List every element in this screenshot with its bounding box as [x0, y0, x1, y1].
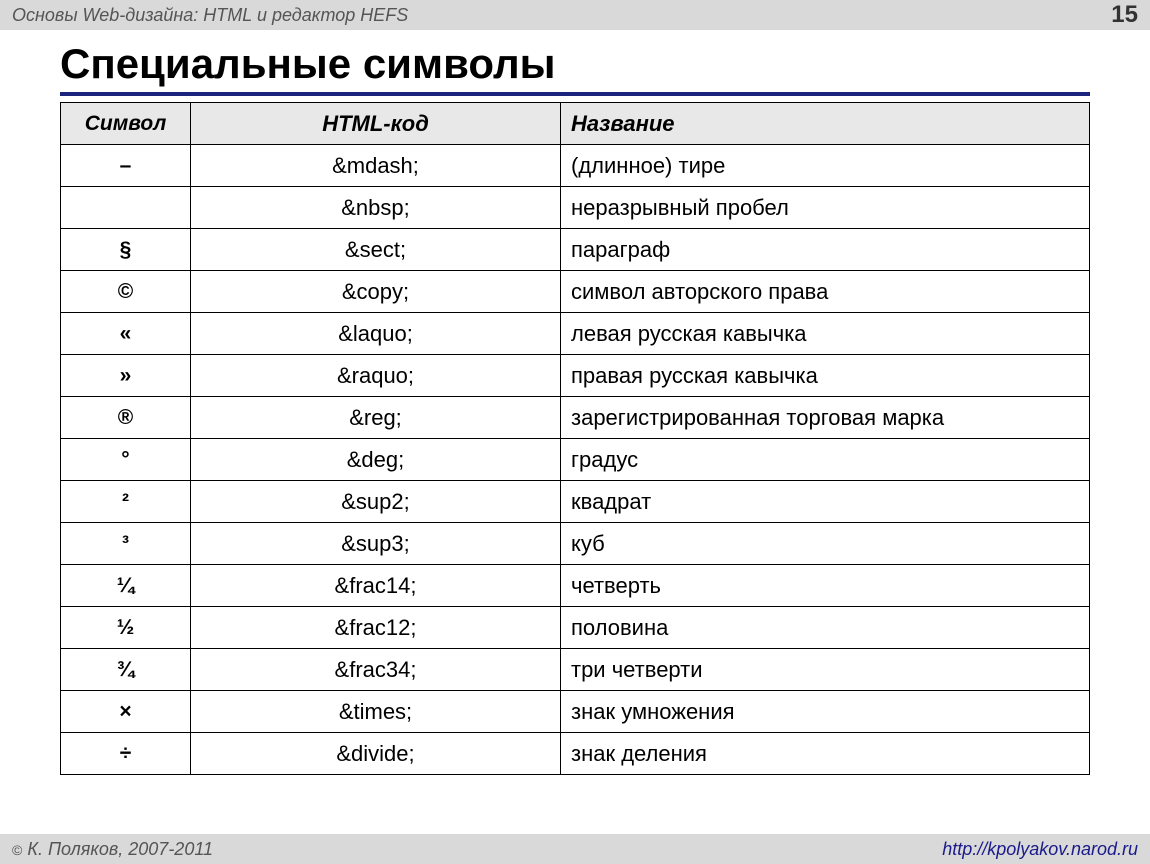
cell-code: &reg; [191, 397, 561, 439]
page-title: Специальные символы [60, 40, 1090, 88]
cell-symbol [61, 187, 191, 229]
cell-name: три четверти [561, 649, 1090, 691]
cell-code: &times; [191, 691, 561, 733]
cell-name: знак умножения [561, 691, 1090, 733]
cell-code: &nbsp; [191, 187, 561, 229]
table-row: &nbsp;неразрывный пробел [61, 187, 1090, 229]
th-symbol: Символ [61, 103, 191, 145]
table-row: ®&reg;зарегистрированная торговая марка [61, 397, 1090, 439]
footer-left: © К. Поляков, 2007-2011 [12, 839, 213, 860]
title-underline [60, 92, 1090, 96]
table-row: ¼&frac14;четверть [61, 565, 1090, 607]
table-row: ×&times;знак умножения [61, 691, 1090, 733]
cell-name: параграф [561, 229, 1090, 271]
content: Специальные символы Символ HTML-код Назв… [0, 30, 1150, 775]
cell-symbol: – [61, 145, 191, 187]
cell-symbol: ® [61, 397, 191, 439]
table-row: ÷&divide;знак деления [61, 733, 1090, 775]
cell-name: зарегистрированная торговая марка [561, 397, 1090, 439]
copyright-icon: © [12, 842, 22, 858]
symbol-table: Символ HTML-код Название –&mdash;(длинно… [60, 102, 1090, 775]
cell-code: &frac12; [191, 607, 561, 649]
cell-name: куб [561, 523, 1090, 565]
cell-symbol: § [61, 229, 191, 271]
cell-symbol: © [61, 271, 191, 313]
cell-name: (длинное) тире [561, 145, 1090, 187]
cell-symbol: ¼ [61, 565, 191, 607]
cell-symbol: × [61, 691, 191, 733]
cell-name: половина [561, 607, 1090, 649]
cell-name: правая русская кавычка [561, 355, 1090, 397]
cell-code: &raquo; [191, 355, 561, 397]
table-row: ½&frac12;половина [61, 607, 1090, 649]
header-bar: Основы Web-дизайна: HTML и редактор HEFS… [0, 0, 1150, 30]
cell-code: &sect; [191, 229, 561, 271]
table-row: ©&copy;символ авторского права [61, 271, 1090, 313]
cell-symbol: ³ [61, 523, 191, 565]
th-name: Название [561, 103, 1090, 145]
cell-code: &sup3; [191, 523, 561, 565]
table-row: ²&sup2;квадрат [61, 481, 1090, 523]
footer-bar: © К. Поляков, 2007-2011 http://kpolyakov… [0, 834, 1150, 864]
cell-code: &frac14; [191, 565, 561, 607]
table-row: ¾&frac34;три четверти [61, 649, 1090, 691]
cell-name: квадрат [561, 481, 1090, 523]
page-number: 15 [1111, 1, 1138, 29]
footer-author: К. Поляков, 2007-2011 [22, 839, 213, 859]
th-code: HTML-код [191, 103, 561, 145]
header-title: Основы Web-дизайна: HTML и редактор HEFS [12, 5, 408, 26]
footer-link[interactable]: http://kpolyakov.narod.ru [942, 839, 1138, 860]
table-row: »&raquo;правая русская кавычка [61, 355, 1090, 397]
cell-symbol: ° [61, 439, 191, 481]
table-row: °&deg;градус [61, 439, 1090, 481]
cell-symbol: ¾ [61, 649, 191, 691]
cell-code: &sup2; [191, 481, 561, 523]
cell-code: &divide; [191, 733, 561, 775]
cell-name: символ авторского права [561, 271, 1090, 313]
table-header-row: Символ HTML-код Название [61, 103, 1090, 145]
cell-name: градус [561, 439, 1090, 481]
cell-symbol: « [61, 313, 191, 355]
cell-symbol: ² [61, 481, 191, 523]
cell-code: &mdash; [191, 145, 561, 187]
table-row: §&sect;параграф [61, 229, 1090, 271]
cell-name: знак деления [561, 733, 1090, 775]
cell-symbol: » [61, 355, 191, 397]
cell-code: &copy; [191, 271, 561, 313]
cell-symbol: ÷ [61, 733, 191, 775]
table-row: –&mdash;(длинное) тире [61, 145, 1090, 187]
cell-symbol: ½ [61, 607, 191, 649]
cell-name: четверть [561, 565, 1090, 607]
cell-code: &frac34; [191, 649, 561, 691]
cell-code: &deg; [191, 439, 561, 481]
cell-name: неразрывный пробел [561, 187, 1090, 229]
cell-name: левая русская кавычка [561, 313, 1090, 355]
table-row: ³&sup3;куб [61, 523, 1090, 565]
cell-code: &laquo; [191, 313, 561, 355]
table-row: «&laquo;левая русская кавычка [61, 313, 1090, 355]
